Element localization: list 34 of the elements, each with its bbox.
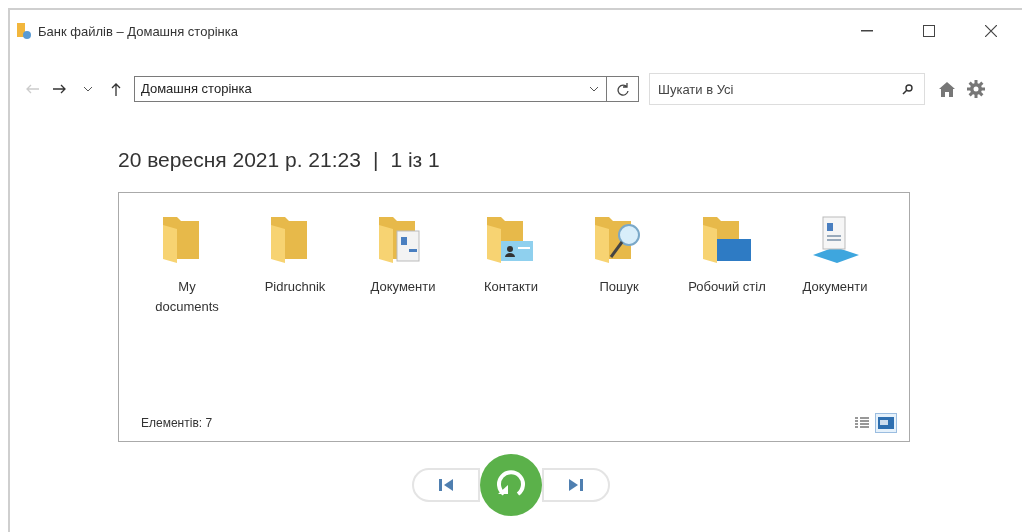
window-title: Банк файлів – Домашня сторінка (38, 23, 239, 39)
address-bar[interactable]: Домашня сторінка (134, 76, 639, 102)
skip-forward-icon (569, 479, 583, 491)
last-page-button[interactable] (542, 468, 610, 502)
item-label[interactable]: Документи (364, 277, 442, 297)
app-icon (16, 22, 32, 40)
list-icon (855, 417, 869, 429)
item-label[interactable]: Робочий стіл (688, 277, 766, 297)
item-label[interactable]: Контакти (472, 277, 550, 297)
chevron-icon (84, 86, 92, 92)
date-time: 20 вересня 2021 р. 21:23 (118, 148, 361, 172)
forward-arrow-icon (53, 84, 67, 94)
item-label[interactable]: My documents (148, 277, 226, 317)
page-counter: 1 із 1 (390, 148, 440, 172)
settings-icon[interactable] (967, 80, 985, 98)
picture-view-icon (878, 417, 894, 429)
chevron-icon (590, 86, 598, 92)
separator: | (372, 148, 379, 172)
skip-back-icon (439, 479, 453, 491)
up-arrow-icon (111, 82, 121, 96)
close-icon (985, 25, 997, 37)
item-count: Елементів: 7 (141, 416, 214, 430)
search-icon[interactable] (902, 84, 913, 95)
icons-view-button[interactable] (875, 413, 897, 433)
search-field[interactable]: Шукати в Усі (649, 73, 925, 105)
refresh-icon (616, 82, 629, 96)
back-arrow-icon (25, 84, 39, 94)
minimize-icon (861, 30, 873, 32)
maximize-icon (923, 25, 935, 37)
item-label[interactable]: Pidruchnik (256, 277, 334, 297)
item-label[interactable]: Документи (796, 277, 874, 297)
first-page-button[interactable] (412, 468, 480, 502)
home-icon[interactable] (939, 81, 955, 97)
item-label[interactable]: Пошук (580, 277, 658, 297)
